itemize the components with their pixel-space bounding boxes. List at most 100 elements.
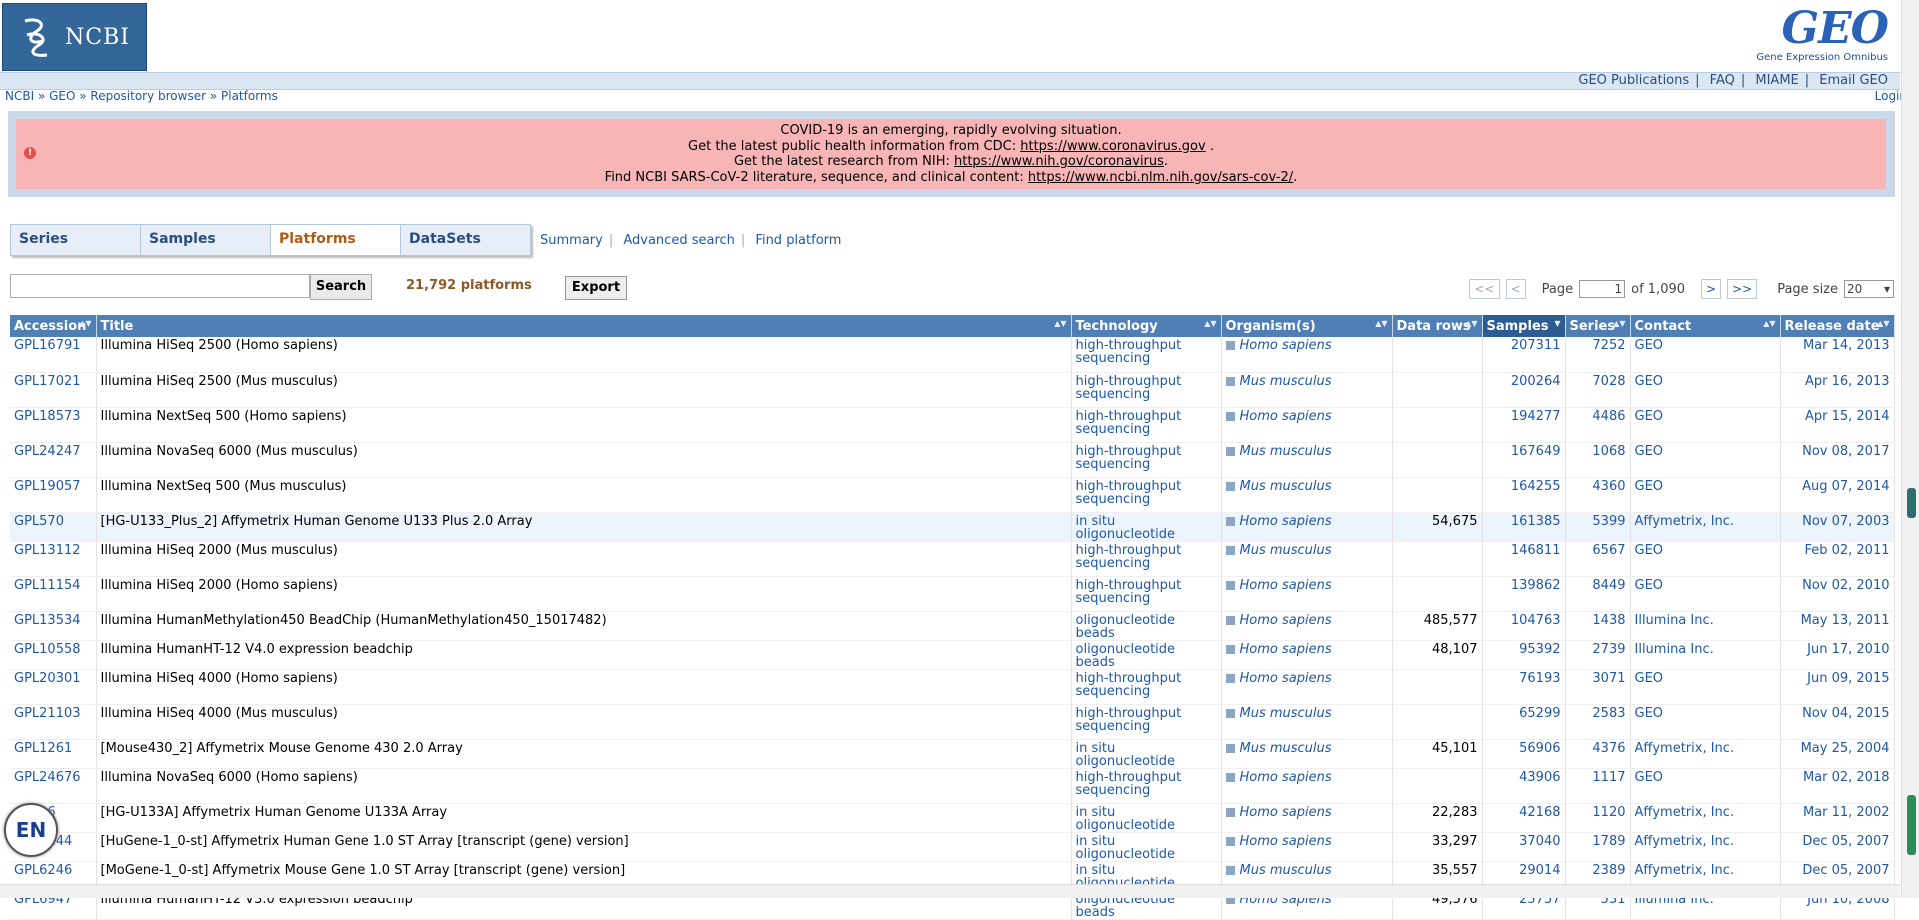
series-link[interactable]: 4360 (1565, 477, 1631, 513)
contact-link[interactable]: GEO (1630, 768, 1781, 804)
series-link[interactable]: 5399 (1565, 512, 1631, 542)
organism-cell[interactable]: Homo sapiens (1221, 407, 1393, 443)
series-link[interactable]: 8449 (1565, 576, 1631, 612)
accession-link[interactable]: GPL17021 (14, 374, 81, 389)
search-input[interactable] (10, 274, 310, 298)
technology-link[interactable]: high-throughput sequencing (1076, 543, 1182, 571)
technology-link[interactable]: in situ oligonucleotide (1076, 514, 1176, 541)
series-link[interactable]: 6567 (1565, 541, 1631, 577)
organism-cell[interactable]: Mus musculus (1221, 541, 1393, 577)
organism-cell[interactable]: Mus musculus (1221, 704, 1393, 740)
samples-link[interactable]: 139862 (1482, 576, 1566, 612)
geo-logo[interactable]: GEO Gene Expression Omnibus (1748, 6, 1889, 68)
organism-cell[interactable]: Mus musculus (1221, 739, 1393, 769)
tab-platforms[interactable]: Platforms (271, 225, 401, 255)
search-button[interactable]: Search (310, 274, 372, 300)
technology-link[interactable]: in situ oligonucleotide (1076, 805, 1176, 832)
nav-faq[interactable]: FAQ (1710, 73, 1735, 88)
series-link[interactable]: 2739 (1565, 640, 1631, 670)
organism-cell[interactable]: Mus musculus (1221, 477, 1393, 513)
contact-link[interactable]: Affymetrix, Inc. (1630, 803, 1781, 833)
tab-series[interactable]: Series (11, 225, 141, 255)
prev-page-button[interactable]: < (1505, 279, 1526, 299)
series-link[interactable]: 1117 (1565, 768, 1631, 804)
contact-link[interactable]: Illumina Inc. (1630, 611, 1781, 641)
series-link[interactable]: 4376 (1565, 739, 1631, 769)
organism-cell[interactable]: Homo sapiens (1221, 669, 1393, 705)
last-page-button[interactable]: >> (1727, 279, 1758, 299)
samples-link[interactable]: 104763 (1482, 611, 1566, 641)
accession-link[interactable]: GPL16791 (14, 338, 81, 353)
contact-link[interactable]: GEO (1630, 704, 1781, 740)
contact-link[interactable]: Affymetrix, Inc. (1630, 739, 1781, 769)
technology-link[interactable]: high-throughput sequencing (1076, 444, 1182, 472)
series-link[interactable]: 1438 (1565, 611, 1631, 641)
samples-link[interactable]: 194277 (1482, 407, 1566, 443)
cdc-link[interactable]: https://www.coronavirus.gov (1020, 139, 1205, 154)
accession-link[interactable]: GPL10558 (14, 642, 81, 657)
contact-link[interactable]: GEO (1630, 407, 1781, 443)
tab-datasets[interactable]: DataSets (401, 225, 530, 255)
technology-link[interactable]: high-throughput sequencing (1076, 479, 1182, 507)
vertical-scrollbar[interactable] (1901, 0, 1919, 898)
samples-link[interactable]: 56906 (1482, 739, 1566, 769)
accession-link[interactable]: GPL570 (14, 514, 64, 529)
page-size-select[interactable]: 20 ▾ (1844, 280, 1894, 298)
organism-cell[interactable]: Mus musculus (1221, 442, 1393, 478)
summary-link[interactable]: Summary (540, 233, 603, 248)
accession-link[interactable]: GPL13534 (14, 613, 81, 628)
accession-link[interactable]: GPL19057 (14, 479, 81, 494)
col-series[interactable]: Series ▲▼ (1565, 315, 1631, 337)
col-samples[interactable]: Samples ▼ (1482, 315, 1566, 337)
col-accession[interactable]: Accession ▲▼ (10, 315, 97, 337)
contact-link[interactable]: GEO (1630, 337, 1781, 373)
technology-link[interactable]: high-throughput sequencing (1076, 374, 1182, 402)
horizontal-scrollbar[interactable] (0, 884, 1900, 898)
samples-link[interactable]: 43906 (1482, 768, 1566, 804)
organism-cell[interactable]: Mus musculus (1221, 372, 1393, 408)
samples-link[interactable]: 200264 (1482, 372, 1566, 408)
series-link[interactable]: 1789 (1565, 832, 1631, 862)
accession-link[interactable]: GPL13112 (14, 543, 81, 558)
technology-link[interactable]: high-throughput sequencing (1076, 338, 1182, 366)
breadcrumb[interactable]: NCBI » GEO » Repository browser » Platfo… (5, 89, 278, 103)
accession-link[interactable]: GPL20301 (14, 671, 81, 686)
technology-link[interactable]: high-throughput sequencing (1076, 671, 1182, 699)
technology-link[interactable]: oligonucleotide beads (1076, 613, 1176, 640)
accession-link[interactable]: GPL24247 (14, 444, 81, 459)
technology-link[interactable]: in situ oligonucleotide (1076, 834, 1176, 861)
technology-link[interactable]: high-throughput sequencing (1076, 770, 1182, 798)
first-page-button[interactable]: << (1469, 279, 1500, 299)
organism-cell[interactable]: Homo sapiens (1221, 337, 1393, 373)
series-link[interactable]: 2583 (1565, 704, 1631, 740)
scroll-thumb-secondary[interactable] (1907, 795, 1916, 855)
ncbi-sars-link[interactable]: https://www.ncbi.nlm.nih.gov/sars-cov-2/ (1028, 170, 1293, 185)
contact-link[interactable]: Affymetrix, Inc. (1630, 832, 1781, 862)
organism-cell[interactable]: Homo sapiens (1221, 640, 1393, 670)
page-number-input[interactable]: 1 (1579, 280, 1626, 298)
accession-link[interactable]: GPL6246 (14, 863, 72, 878)
technology-link[interactable]: high-throughput sequencing (1076, 409, 1182, 437)
organism-cell[interactable]: Homo sapiens (1221, 768, 1393, 804)
contact-link[interactable]: GEO (1630, 442, 1781, 478)
scroll-thumb[interactable] (1907, 488, 1916, 518)
next-page-button[interactable]: > (1701, 279, 1722, 299)
accession-link[interactable]: GPL24676 (14, 770, 81, 785)
nav-geo-publications[interactable]: GEO Publications (1578, 73, 1689, 88)
language-badge[interactable]: EN (4, 803, 58, 857)
samples-link[interactable]: 146811 (1482, 541, 1566, 577)
contact-link[interactable]: Affymetrix, Inc. (1630, 512, 1781, 542)
series-link[interactable]: 1068 (1565, 442, 1631, 478)
organism-cell[interactable]: Homo sapiens (1221, 803, 1393, 833)
contact-link[interactable]: GEO (1630, 669, 1781, 705)
samples-link[interactable]: 37040 (1482, 832, 1566, 862)
tab-samples[interactable]: Samples (141, 225, 271, 255)
organism-cell[interactable]: Homo sapiens (1221, 576, 1393, 612)
col-contact[interactable]: Contact ▲▼ (1630, 315, 1781, 337)
nav-email-geo[interactable]: Email GEO (1819, 73, 1888, 88)
technology-link[interactable]: high-throughput sequencing (1076, 706, 1182, 734)
find-platform-link[interactable]: Find platform (755, 233, 841, 248)
samples-link[interactable]: 207311 (1482, 337, 1566, 373)
col-organisms[interactable]: Organism(s) ▲▼ (1221, 315, 1393, 337)
technology-link[interactable]: high-throughput sequencing (1076, 578, 1182, 606)
